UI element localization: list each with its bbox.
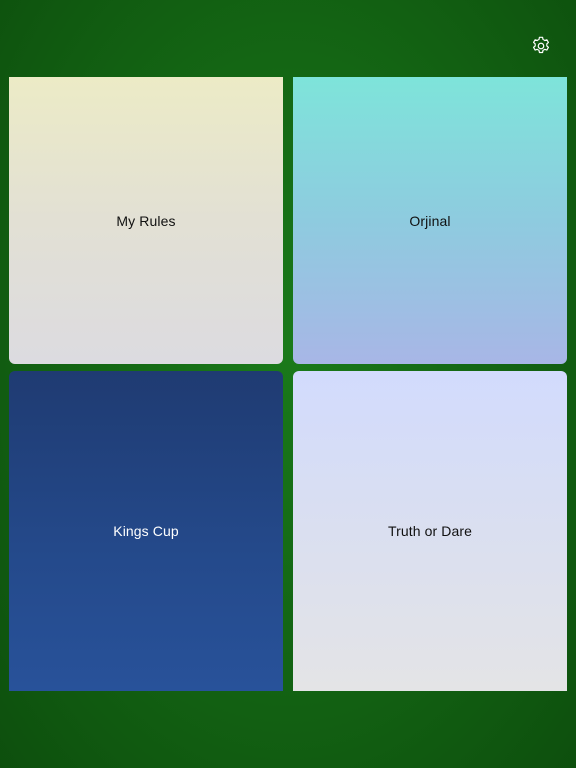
tile-orjinal[interactable]: Orjinal [293,77,567,364]
settings-button[interactable] [529,34,553,58]
app-screen: { "header": { "settings_icon": "gear-ico… [0,0,576,768]
tile-my-rules[interactable]: My Rules [9,77,283,364]
tile-orjinal-label: Orjinal [409,212,451,229]
tile-truth-or-dare-label: Truth or Dare [387,523,473,539]
tile-kings-cup-label: Kings Cup [113,523,179,539]
tile-my-rules-label: My Rules [116,212,176,229]
gear-icon[interactable] [530,35,552,57]
tile-kings-cup[interactable]: Kings Cup [9,371,283,691]
tile-truth-or-dare[interactable]: Truth or Dare [293,371,567,691]
